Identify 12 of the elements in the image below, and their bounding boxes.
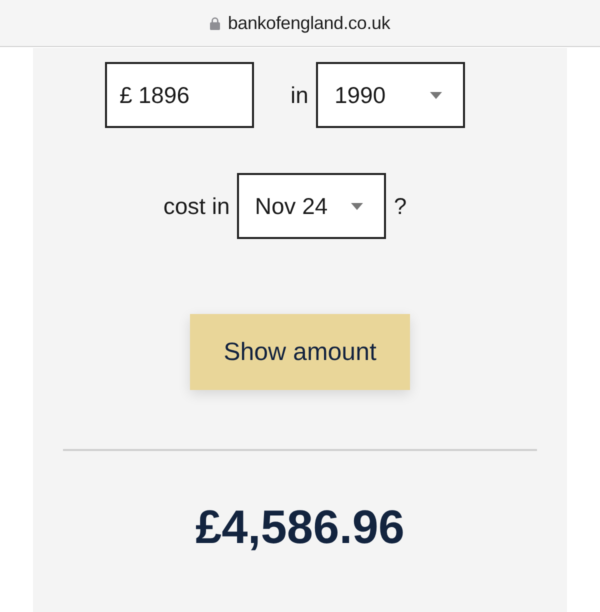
url-text: bankofengland.co.uk <box>228 13 390 34</box>
result-amount: £4,586.96 <box>194 499 406 554</box>
caret-icon <box>430 92 442 98</box>
show-amount-button[interactable]: Show amount <box>190 314 410 390</box>
address-bar[interactable]: bankofengland.co.uk <box>0 0 600 47</box>
caret-icon <box>350 202 363 210</box>
date-select[interactable]: Nov 24 <box>236 173 386 239</box>
cost-in-label: cost in <box>163 192 230 220</box>
question-mark: ? <box>394 192 407 220</box>
in-label: in <box>290 82 308 108</box>
amount-field[interactable]: £ 1896 <box>104 62 254 128</box>
year-select[interactable]: 1990 <box>316 62 466 128</box>
